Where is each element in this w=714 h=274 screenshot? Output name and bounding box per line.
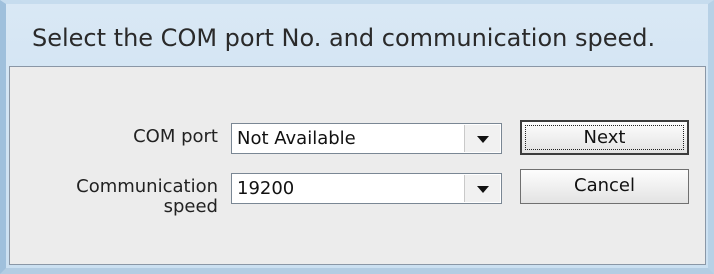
com-port-value: Not Available xyxy=(237,128,356,149)
communication-speed-label: Communication speed xyxy=(76,176,218,217)
chevron-down-icon[interactable] xyxy=(464,125,500,152)
communication-speed-value: 19200 xyxy=(237,178,295,199)
chevron-down-icon[interactable] xyxy=(464,175,500,202)
dialog-title: Select the COM port No. and communicatio… xyxy=(32,24,656,52)
cancel-button-label: Cancel xyxy=(574,175,635,196)
cancel-button[interactable]: Cancel xyxy=(520,169,689,204)
dialog-content: COM port Not Available Communication spe… xyxy=(9,66,706,265)
dialog-window: Select the COM port No. and communicatio… xyxy=(0,0,714,274)
focus-rectangle xyxy=(525,125,684,150)
next-button[interactable]: Next xyxy=(520,120,689,155)
com-port-select[interactable]: Not Available xyxy=(231,123,502,154)
communication-speed-select[interactable]: 19200 xyxy=(231,173,502,204)
com-port-label: COM port xyxy=(133,126,218,147)
